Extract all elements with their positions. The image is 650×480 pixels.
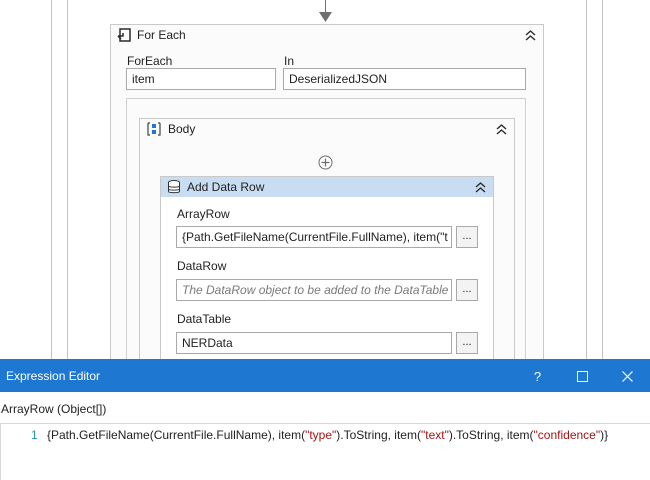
code-editor[interactable]: 1 {Path.GetFileName(CurrentFile.FullName… (0, 423, 650, 480)
in-label: In (284, 54, 295, 68)
in-collection-input[interactable]: DeserializedJSON (283, 68, 526, 90)
maximize-icon (577, 370, 588, 382)
code-string: "type" (305, 428, 337, 442)
foreach-icon (117, 28, 131, 42)
data-table-input[interactable]: NERData (176, 332, 452, 354)
foreach-header[interactable]: For Each (111, 25, 543, 45)
body-title: Body (168, 122, 196, 136)
array-row-label: ArrayRow (177, 207, 230, 221)
add-data-row-title: Add Data Row (187, 180, 265, 194)
code-segment: )} (600, 428, 609, 442)
code-segment: ).ToString, item( (336, 428, 421, 442)
maximize-button[interactable] (560, 360, 605, 392)
expression-editor-title: Expression Editor (6, 369, 101, 383)
code-segment: ).ToString, item( (448, 428, 534, 442)
data-row-browse-button[interactable]: ... (456, 279, 478, 301)
array-row-browse-button[interactable]: ... (456, 226, 478, 248)
workflow-line (586, 0, 587, 360)
code-string: "confidence" (533, 428, 601, 442)
database-icon (168, 180, 180, 194)
expression-editor-titlebar[interactable]: Expression Editor ? (0, 360, 650, 392)
collapse-add-data-row-button[interactable] (473, 180, 487, 194)
parameter-type-label: ArrayRow (Object[]) (1, 402, 107, 416)
double-chevron-up-icon (525, 29, 535, 41)
collapse-body-button[interactable] (494, 122, 508, 136)
foreach-variable-label: ForEach (127, 54, 173, 68)
data-row-label: DataRow (177, 259, 227, 273)
code-segment: {Path.GetFileName(CurrentFile.FullName),… (47, 428, 306, 442)
collapse-foreach-button[interactable] (523, 28, 537, 42)
code-string: "text" (420, 428, 449, 442)
body-header[interactable]: Body (140, 119, 514, 139)
line-number: 1 (31, 428, 38, 442)
double-chevron-up-icon (475, 181, 485, 193)
expression-editor-window[interactable]: Expression Editor ? ArrayRow (Object[]) … (0, 359, 650, 480)
close-icon (622, 370, 633, 382)
foreach-title: For Each (137, 28, 186, 42)
close-button[interactable] (605, 360, 650, 392)
workflow-line (67, 0, 68, 360)
help-button[interactable]: ? (515, 360, 560, 392)
code-line[interactable]: {Path.GetFileName(CurrentFile.FullName),… (47, 428, 608, 442)
connector-arrow-icon (319, 12, 332, 22)
workflow-line (602, 0, 603, 360)
array-row-input[interactable]: {Path.GetFileName(CurrentFile.FullName),… (176, 226, 452, 248)
foreach-variable-input[interactable]: item (126, 68, 276, 90)
workflow-line (51, 0, 52, 360)
data-row-input[interactable]: The DataRow object to be added to the Da… (176, 279, 452, 301)
data-table-label: DataTable (177, 312, 232, 326)
add-data-row-header[interactable]: Add Data Row (161, 177, 493, 197)
double-chevron-up-icon (496, 123, 506, 135)
add-activity-icon[interactable] (318, 155, 333, 170)
sequence-icon (147, 122, 161, 136)
data-table-browse-button[interactable]: ... (456, 332, 478, 354)
